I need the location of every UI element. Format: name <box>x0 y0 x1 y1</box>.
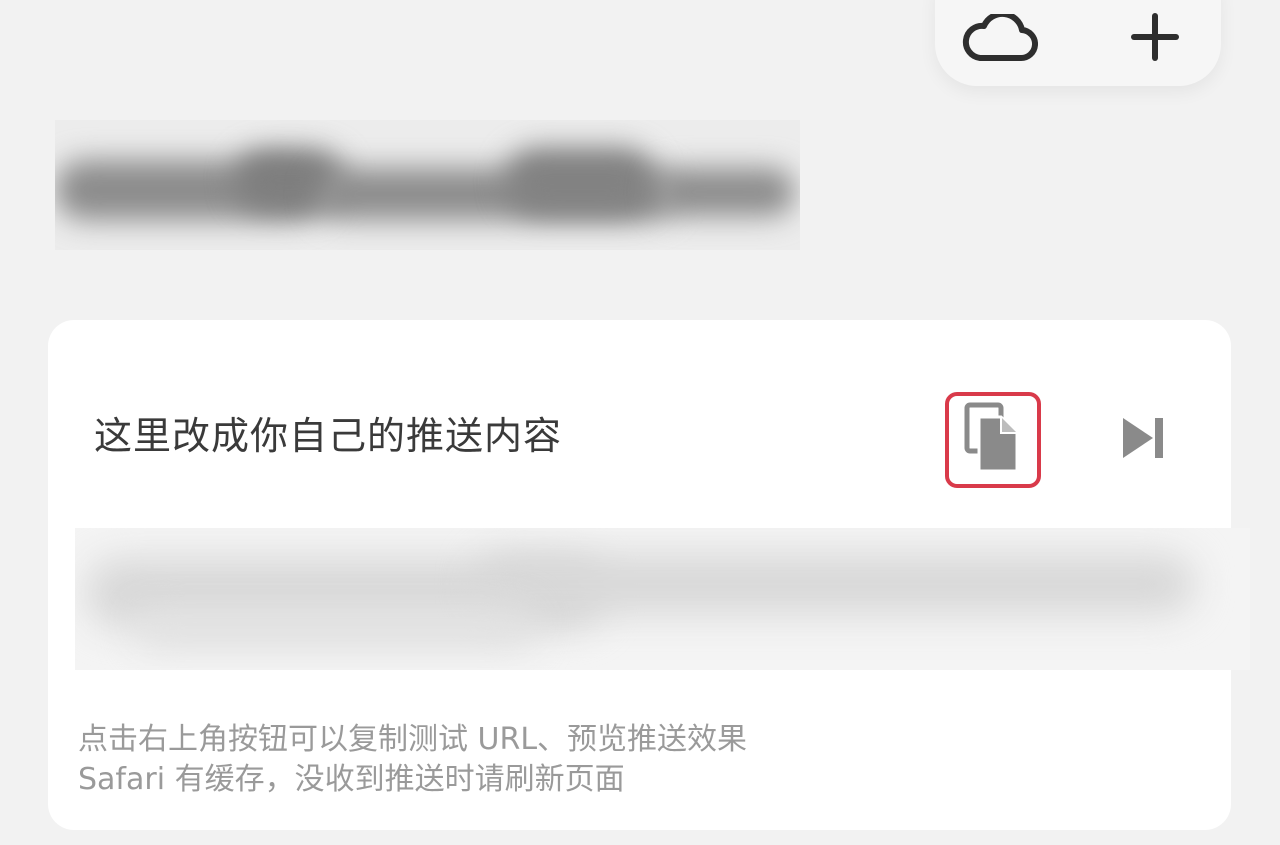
push-content-title: 这里改成你自己的推送内容 <box>94 414 563 458</box>
plus-icon <box>1130 12 1180 66</box>
top-action-pill <box>935 0 1221 86</box>
hint-text: 点击右上角按钮可以复制测试 URL、预览推送效果 Safari 有缓存，没收到推… <box>78 720 747 800</box>
cloud-icon <box>962 10 1039 68</box>
hint-line-2: Safari 有缓存，没收到推送时请刷新页面 <box>78 762 625 797</box>
skip-forward-icon <box>1121 415 1165 465</box>
hint-line-1: 点击右上角按钮可以复制测试 URL、预览推送效果 <box>78 722 748 757</box>
copy-icon <box>961 401 1025 479</box>
cloud-button[interactable] <box>955 0 1045 84</box>
push-card: 这里改成你自己的推送内容 点击右上角按钮可以复制测试 URL、预览推送效果 Sa… <box>48 320 1250 830</box>
copy-url-button[interactable] <box>945 392 1041 488</box>
add-button[interactable] <box>1110 0 1200 82</box>
redacted-push-url <box>75 528 1250 670</box>
redacted-device-key <box>55 120 800 250</box>
preview-push-button[interactable] <box>1108 400 1178 480</box>
